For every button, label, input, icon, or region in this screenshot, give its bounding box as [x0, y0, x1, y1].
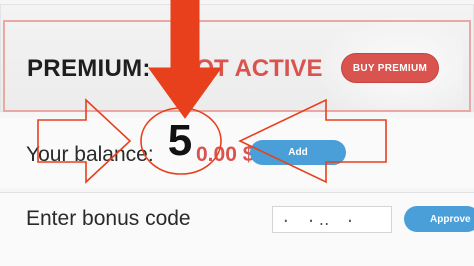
buy-premium-button[interactable]: BUY PREMIUM — [341, 53, 439, 83]
balance-label: Your balance: — [26, 143, 154, 166]
bonus-code-label: Enter bonus code — [26, 207, 191, 230]
premium-status: NOT ACTIVE — [178, 55, 323, 82]
add-balance-button[interactable]: Add — [250, 140, 346, 165]
approve-button[interactable]: Approve — [404, 206, 474, 232]
balance-value: 0.00 $ — [196, 143, 255, 166]
premium-label: PREMIUM: — [27, 55, 151, 82]
bonus-code-input[interactable]: · ·‥ · — [272, 206, 392, 233]
step-number: 5 — [167, 116, 193, 165]
